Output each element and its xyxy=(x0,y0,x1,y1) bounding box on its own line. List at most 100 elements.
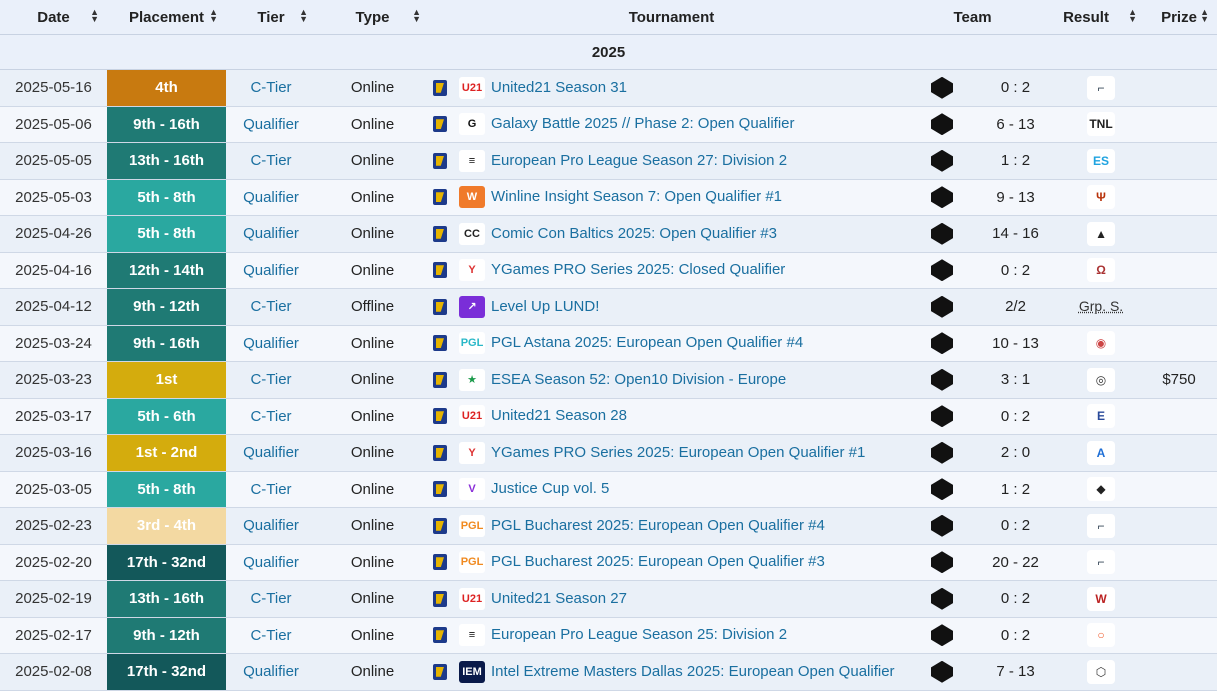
tier-cell[interactable]: Qualifier xyxy=(226,215,316,253)
tier-link[interactable]: C-Tier xyxy=(250,627,291,644)
tournament-link[interactable]: Galaxy Battle 2025 // Phase 2: Open Qual… xyxy=(491,115,795,132)
tournament-link[interactable]: United21 Season 28 xyxy=(491,407,627,424)
team-cell[interactable] xyxy=(914,398,970,435)
team-logo-icon[interactable] xyxy=(931,186,953,209)
tournament-cell[interactable]: ↗ Level Up LUND! xyxy=(429,288,914,326)
tournament-cell[interactable]: G Galaxy Battle 2025 // Phase 2: Open Qua… xyxy=(429,106,914,143)
tournament-link[interactable]: Winline Insight Season 7: Open Qualifier… xyxy=(491,188,782,205)
helmet-logo[interactable]: Ω xyxy=(1087,258,1116,283)
eagle-logo[interactable]: E xyxy=(1087,404,1116,429)
team-cell[interactable] xyxy=(914,252,970,289)
team-logo-icon[interactable] xyxy=(931,113,953,136)
sort-icon[interactable]: ▲ ▼ xyxy=(412,8,421,24)
tier-link[interactable]: C-Tier xyxy=(250,371,291,388)
team-logo-2[interactable]: ▲ xyxy=(1087,221,1116,246)
hex-logo[interactable]: ⬡ xyxy=(1087,659,1116,684)
wolf-logo[interactable]: W xyxy=(1087,586,1116,611)
tier-cell[interactable]: Qualifier xyxy=(226,252,316,289)
sort-icon[interactable]: ▲ ▼ xyxy=(90,8,99,24)
tier-link[interactable]: Qualifier xyxy=(243,663,299,680)
col-prize[interactable]: Prize ▲ ▼ xyxy=(1141,0,1217,35)
opponent-cell[interactable]: A xyxy=(1061,434,1142,472)
esc-logo[interactable]: ES xyxy=(1087,148,1116,173)
team-logo-icon[interactable] xyxy=(931,259,953,282)
tier-cell[interactable]: C-Tier xyxy=(226,361,316,399)
cs-icon[interactable]: ⌐ xyxy=(1087,550,1116,575)
team-cell[interactable] xyxy=(914,653,970,691)
tournament-cell[interactable]: W Winline Insight Season 7: Open Qualifie… xyxy=(429,179,914,216)
bear-logo[interactable]: ◉ xyxy=(1087,331,1116,356)
ring-logo[interactable]: ○ xyxy=(1087,623,1116,648)
tournament-cell[interactable]: ★ ESEA Season 52: Open10 Division - Europ… xyxy=(429,361,914,399)
opponent-cell[interactable]: ◆ xyxy=(1061,471,1142,508)
tournament-link[interactable]: European Pro League Season 27: Division … xyxy=(491,152,787,169)
tournament-link[interactable]: United21 Season 27 xyxy=(491,590,627,607)
team-cell[interactable] xyxy=(914,288,970,326)
team-logo-icon[interactable] xyxy=(931,660,953,683)
tournament-cell[interactable]: ≡ European Pro League Season 27: Division… xyxy=(429,142,914,180)
opponent-cell[interactable]: W xyxy=(1061,580,1142,618)
tier-cell[interactable]: Qualifier xyxy=(226,434,316,472)
team-logo-icon[interactable] xyxy=(931,478,953,501)
tournament-link[interactable]: Justice Cup vol. 5 xyxy=(491,480,609,497)
mask-logo[interactable]: ◎ xyxy=(1087,367,1116,392)
team-cell[interactable] xyxy=(914,69,970,107)
sparta-logo[interactable]: Ψ xyxy=(1087,185,1116,210)
tier-link[interactable]: C-Tier xyxy=(250,590,291,607)
tier-cell[interactable]: C-Tier xyxy=(226,69,316,107)
team-cell[interactable] xyxy=(914,215,970,253)
sort-icon[interactable]: ▲ ▼ xyxy=(1128,8,1137,24)
tier-link[interactable]: Qualifier xyxy=(243,116,299,133)
team-logo-icon[interactable] xyxy=(931,295,953,318)
sort-icon[interactable]: ▲ ▼ xyxy=(299,8,308,24)
team-logo-icon[interactable] xyxy=(931,405,953,428)
tier-cell[interactable]: C-Tier xyxy=(226,580,316,618)
col-type[interactable]: Type ▲ ▼ xyxy=(316,0,429,35)
tournament-link[interactable]: PGL Bucharest 2025: European Open Qualif… xyxy=(491,517,825,534)
opponent-cell[interactable]: ⌐ xyxy=(1061,69,1142,107)
opponent-cell[interactable]: TNL xyxy=(1061,106,1142,143)
team-cell[interactable] xyxy=(914,179,970,216)
tier-link[interactable]: Qualifier xyxy=(243,225,299,242)
team-logo-icon[interactable] xyxy=(931,624,953,647)
tier-cell[interactable]: Qualifier xyxy=(226,653,316,691)
opponent-cell[interactable]: ⌐ xyxy=(1061,507,1142,545)
col-placement[interactable]: Placement ▲ ▼ xyxy=(107,0,226,35)
team-cell[interactable] xyxy=(914,617,970,654)
tournament-cell[interactable]: CC Comic Con Baltics 2025: Open Qualifier… xyxy=(429,215,914,253)
tournament-link[interactable]: Level Up LUND! xyxy=(491,298,599,315)
tournament-link[interactable]: YGames PRO Series 2025: Closed Qualifier xyxy=(491,261,785,278)
cs-icon[interactable]: ⌐ xyxy=(1087,75,1116,100)
team-logo-icon[interactable] xyxy=(931,514,953,537)
team-cell[interactable] xyxy=(914,544,970,581)
tier-link[interactable]: Qualifier xyxy=(243,517,299,534)
col-team[interactable]: Team xyxy=(914,0,1062,35)
tier-cell[interactable]: Qualifier xyxy=(226,179,316,216)
tournament-link[interactable]: PGL Bucharest 2025: European Open Qualif… xyxy=(491,553,825,570)
tournament-link[interactable]: Intel Extreme Masters Dallas 2025: Europ… xyxy=(491,663,895,680)
tier-cell[interactable]: Qualifier xyxy=(226,507,316,545)
tournament-link[interactable]: ESEA Season 52: Open10 Division - Europe xyxy=(491,371,786,388)
tournament-link[interactable]: PGL Astana 2025: European Open Qualifier… xyxy=(491,334,803,351)
opponent-cell[interactable]: ▲ xyxy=(1061,215,1142,253)
tournament-cell[interactable]: PGL PGL Bucharest 2025: European Open Qua… xyxy=(429,507,914,545)
team-logo-icon[interactable] xyxy=(931,551,953,574)
tier-link[interactable]: C-Tier xyxy=(250,79,291,96)
tier-cell[interactable]: Qualifier xyxy=(226,106,316,143)
opponent-cell[interactable]: ⌐ xyxy=(1061,544,1142,581)
tier-cell[interactable]: Qualifier xyxy=(226,544,316,581)
tier-cell[interactable]: C-Tier xyxy=(226,398,316,435)
opponent-cell[interactable]: ○ xyxy=(1061,617,1142,654)
opponent-cell[interactable]: ⬡ xyxy=(1061,653,1142,691)
opponent-cell[interactable]: ES xyxy=(1061,142,1142,180)
tier-link[interactable]: C-Tier xyxy=(250,408,291,425)
opponent-cell[interactable]: ◉ xyxy=(1061,325,1142,362)
team-cell[interactable] xyxy=(914,361,970,399)
team-logo-icon[interactable] xyxy=(931,441,953,464)
sort-icon[interactable]: ▲ ▼ xyxy=(209,8,218,24)
tournament-cell[interactable]: PGL PGL Bucharest 2025: European Open Qua… xyxy=(429,544,914,581)
tier-link[interactable]: Qualifier xyxy=(243,335,299,352)
tier-cell[interactable]: C-Tier xyxy=(226,471,316,508)
tournament-cell[interactable]: U21 United21 Season 28 xyxy=(429,398,914,435)
col-date[interactable]: Date ▲ ▼ xyxy=(0,0,107,35)
